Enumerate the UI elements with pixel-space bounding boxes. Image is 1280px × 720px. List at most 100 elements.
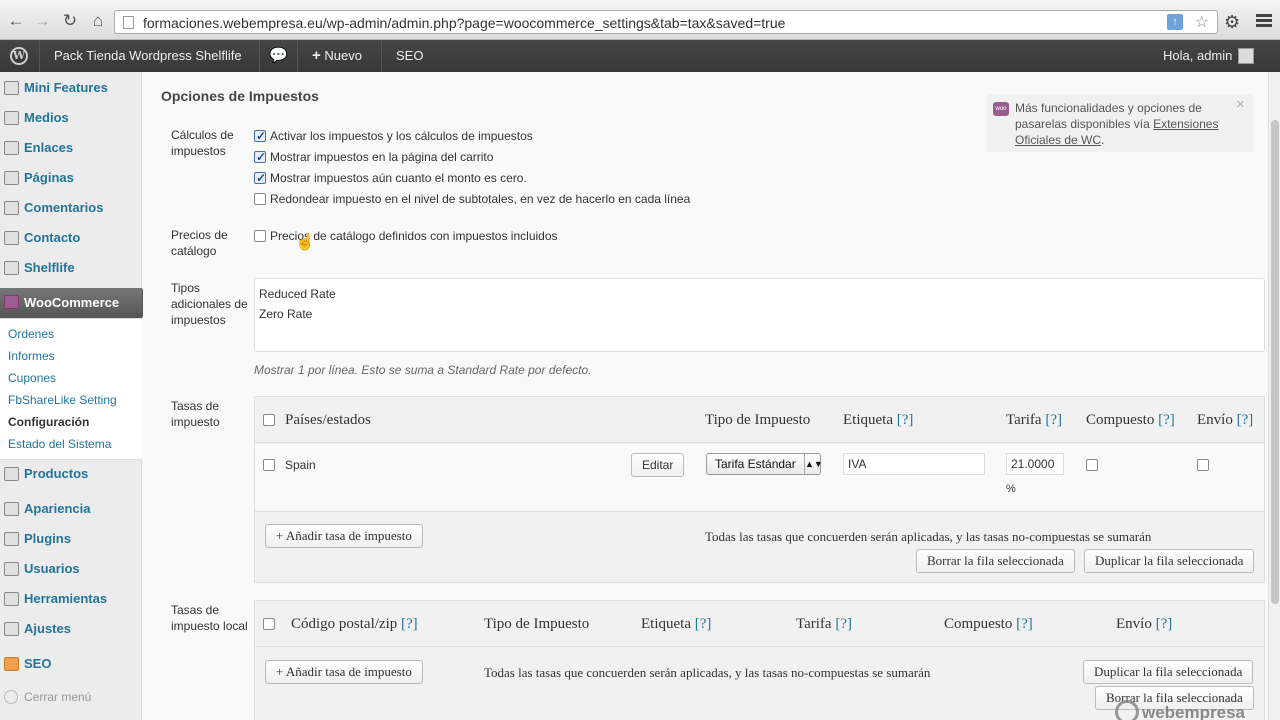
sidebar-item-plugins[interactable]: Plugins [0, 525, 142, 553]
wp-admin-bar: W Pack Tienda Wordpress Shelflife 💬 + Nu… [0, 40, 1280, 72]
plus-icon: + [312, 47, 321, 64]
col-compound-text: Compuesto [1086, 412, 1155, 428]
compound-checkbox[interactable] [1086, 459, 1098, 471]
col-rate: Tarifa [?] [1006, 397, 1062, 443]
woocommerce-icon: woo [993, 102, 1009, 116]
sidebar-item-label: Contacto [24, 230, 81, 245]
shipping-checkbox[interactable] [1197, 459, 1209, 471]
browser-menu-icon[interactable] [1256, 14, 1272, 29]
forward-icon[interactable]: → [32, 11, 52, 31]
sidebar-item-woocommerce[interactable]: WooCommerce [0, 288, 150, 318]
back-icon[interactable]: ← [6, 11, 26, 31]
col-shipping: Envío [?] [1116, 601, 1172, 647]
new-content-label: Nuevo [324, 48, 362, 63]
help-link[interactable]: [?] [835, 616, 852, 632]
help-link[interactable]: [?] [1045, 412, 1062, 428]
col-compound-text: Compuesto [944, 616, 1013, 632]
plugins-icon [4, 532, 19, 546]
sidebar-item-herramientas[interactable]: Herramientas [0, 585, 142, 613]
wordpress-logo-icon: W [10, 47, 28, 65]
sidebar-item-usuarios[interactable]: Usuarios [0, 555, 142, 583]
checkbox[interactable] [254, 170, 266, 186]
checkbox[interactable] [254, 128, 266, 144]
reload-icon[interactable]: ↻ [60, 11, 80, 31]
page-scrollbar[interactable] [1268, 72, 1280, 720]
collapse-menu-button[interactable]: Cerrar menú [4, 690, 91, 704]
select-all-checkbox[interactable] [263, 618, 275, 630]
sidebar-item-label: Herramientas [24, 591, 108, 606]
scrollbar-thumb[interactable] [1271, 120, 1279, 604]
select-all-checkbox[interactable] [263, 414, 275, 426]
sidebar-item-apariencia[interactable]: Apariencia [0, 495, 142, 523]
new-content-button[interactable]: + Nuevo [298, 40, 382, 72]
help-link[interactable]: [?] [401, 616, 418, 632]
site-name-link[interactable]: Pack Tienda Wordpress Shelflife [40, 40, 260, 72]
comments-icon[interactable]: 💬 [260, 40, 298, 72]
help-link[interactable]: [?] [1158, 412, 1175, 428]
additional-classes-label: Tipos adicionales de impuestos [171, 281, 248, 327]
sidebar-item-seo[interactable]: SEO [0, 650, 142, 678]
submenu-item-cupones[interactable]: Cupones [8, 371, 56, 385]
tax-class-select[interactable]: Tarifa Estándar ▲▼ [706, 453, 823, 475]
url-text[interactable]: formaciones.webempresa.eu/wp-admin/admin… [143, 15, 785, 31]
help-link[interactable]: [?] [1156, 616, 1173, 632]
seo-menu-link[interactable]: SEO [396, 40, 423, 72]
option-show-cart-taxes[interactable]: Mostrar impuestos en la página del carri… [254, 149, 493, 165]
sidebar-item-label: Ajustes [24, 621, 71, 636]
sidebar-item-paginas[interactable]: Páginas [0, 164, 142, 192]
checkbox[interactable] [254, 149, 266, 165]
webempresa-logo-icon [1115, 700, 1139, 720]
duplicate-selected-button[interactable]: Duplicar la fila seleccionada [1083, 660, 1254, 684]
sidebar-item-enlaces[interactable]: Enlaces [0, 134, 142, 162]
address-bar[interactable]: formaciones.webempresa.eu/wp-admin/admin… [114, 10, 1218, 34]
option-round-subtotal[interactable]: Redondear impuesto en el nivel de subtot… [254, 191, 690, 207]
edit-button[interactable]: Editar [631, 453, 685, 477]
table-row[interactable]: Spain Editar Tarifa Estándar ▲▼ IVA 21.0… [255, 444, 1264, 512]
local-rates-note: Todas las tasas que concuerden serán apl… [484, 665, 931, 680]
sidebar-item-label: Shelflife [24, 260, 75, 275]
tax-label-input[interactable]: IVA [843, 453, 985, 475]
checkbox[interactable] [254, 230, 266, 242]
sidebar-item-productos[interactable]: Productos [0, 460, 142, 488]
chevron-updown-icon: ▲▼ [804, 454, 823, 474]
home-icon[interactable]: ⌂ [88, 11, 108, 31]
sidebar-item-shelflife[interactable]: Shelflife [0, 254, 142, 282]
settings-gear-icon[interactable]: ⚙ [1224, 12, 1240, 33]
option-show-zero-taxes[interactable]: Mostrar impuestos aún cuanto el monto es… [254, 170, 527, 186]
row-checkbox[interactable] [263, 459, 275, 471]
submenu-item-fbsharelike[interactable]: FbShareLike Setting [8, 393, 117, 407]
sidebar-item-label: Comentarios [24, 200, 104, 215]
wp-logo-button[interactable]: W [0, 40, 40, 72]
avatar[interactable] [1238, 48, 1254, 64]
add-local-tax-rate-button[interactable]: + Añadir tasa de impuesto [265, 660, 423, 684]
additional-classes-textarea[interactable]: Reduced Rate Zero Rate [254, 278, 1265, 352]
close-icon[interactable]: ✕ [1236, 98, 1245, 111]
textarea-line: Zero Rate [259, 307, 313, 321]
appearance-icon [4, 502, 19, 516]
submenu-item-estado-sistema[interactable]: Estado del Sistema [8, 437, 111, 451]
checkbox[interactable] [254, 193, 266, 205]
delete-selected-button[interactable]: Borrar la fila seleccionada [916, 549, 1075, 573]
submenu-item-informes[interactable]: Informes [8, 349, 55, 363]
row-country: Spain [285, 458, 316, 472]
tax-rate-input[interactable]: 21.0000 [1006, 453, 1064, 475]
help-link[interactable]: [?] [1237, 412, 1254, 428]
star-icon[interactable]: ☆ [1195, 12, 1209, 32]
duplicate-selected-button[interactable]: Duplicar la fila seleccionada [1084, 549, 1255, 573]
extension-icon[interactable]: ↑ [1167, 14, 1183, 30]
percent-sign: % [1006, 483, 1016, 495]
account-greeting[interactable]: Hola, admin [1163, 40, 1232, 72]
add-tax-rate-button[interactable]: + Añadir tasa de impuesto [265, 524, 423, 548]
help-link[interactable]: [?] [695, 616, 712, 632]
option-enable-taxes[interactable]: Activar los impuestos y los cálculos de … [254, 128, 533, 144]
submenu-item-ordenes[interactable]: Ordenes [8, 327, 54, 341]
collapse-label: Cerrar menú [24, 690, 92, 704]
sidebar-item-comentarios[interactable]: Comentarios [0, 194, 142, 222]
sidebar-item-medios[interactable]: Medios [0, 104, 142, 132]
sidebar-item-ajustes[interactable]: Ajustes [0, 615, 142, 643]
submenu-item-configuracion[interactable]: Configuración [8, 415, 89, 429]
sidebar-item-contacto[interactable]: Contacto [0, 224, 142, 252]
sidebar-item-mini-features[interactable]: Mini Features [0, 74, 142, 102]
help-link[interactable]: [?] [897, 412, 914, 428]
help-link[interactable]: [?] [1016, 616, 1033, 632]
